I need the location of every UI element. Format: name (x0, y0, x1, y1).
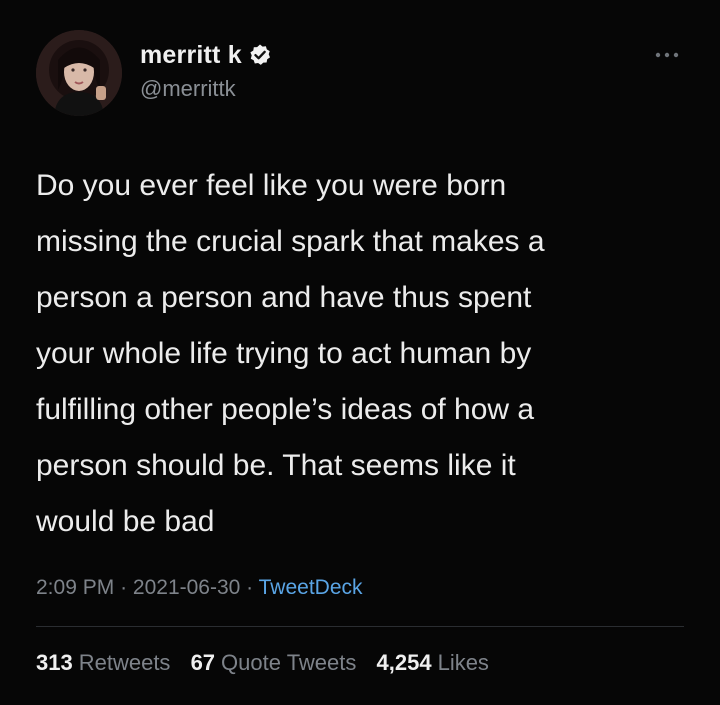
retweets-stat[interactable]: 313 Retweets (36, 650, 170, 675)
tweet-time[interactable]: 2:09 PM (36, 576, 114, 599)
tweet-stats: 313 Retweets 67 Quote Tweets 4,254 Likes (36, 650, 503, 676)
tweet-date[interactable]: 2021-06-30 (133, 576, 240, 599)
tweet-meta: 2:09 PM · 2021-06-30 · TweetDeck (36, 576, 363, 600)
name-row: merritt k (140, 40, 272, 70)
likes-label: Likes (437, 650, 489, 675)
quote-tweets-label: Quote Tweets (221, 650, 357, 675)
avatar[interactable] (36, 30, 122, 116)
retweets-label: Retweets (78, 650, 171, 675)
user-handle[interactable]: @merrittk (140, 76, 272, 102)
tweet-text: Do you ever feel like you were born miss… (36, 169, 545, 538)
author-block: merritt k @merrittk (140, 40, 272, 102)
verified-badge-icon (248, 43, 272, 67)
quote-tweets-count: 67 (190, 650, 216, 675)
likes-count: 4,254 (376, 650, 432, 675)
meta-separator: · (120, 576, 128, 599)
quote-tweets-stat[interactable]: 67 Quote Tweets (191, 650, 357, 675)
retweets-count: 313 (36, 650, 73, 675)
display-name[interactable]: merritt k (140, 41, 242, 70)
tweet-card: merritt k @merrittk Do you ever feel lik… (0, 0, 720, 705)
profile-photo-icon (36, 30, 122, 116)
tweet-source-link[interactable]: TweetDeck (259, 576, 363, 599)
likes-stat[interactable]: 4,254 Likes (377, 650, 489, 675)
more-options-icon[interactable] (654, 50, 680, 60)
divider (36, 626, 684, 627)
meta-separator: · (246, 576, 254, 599)
